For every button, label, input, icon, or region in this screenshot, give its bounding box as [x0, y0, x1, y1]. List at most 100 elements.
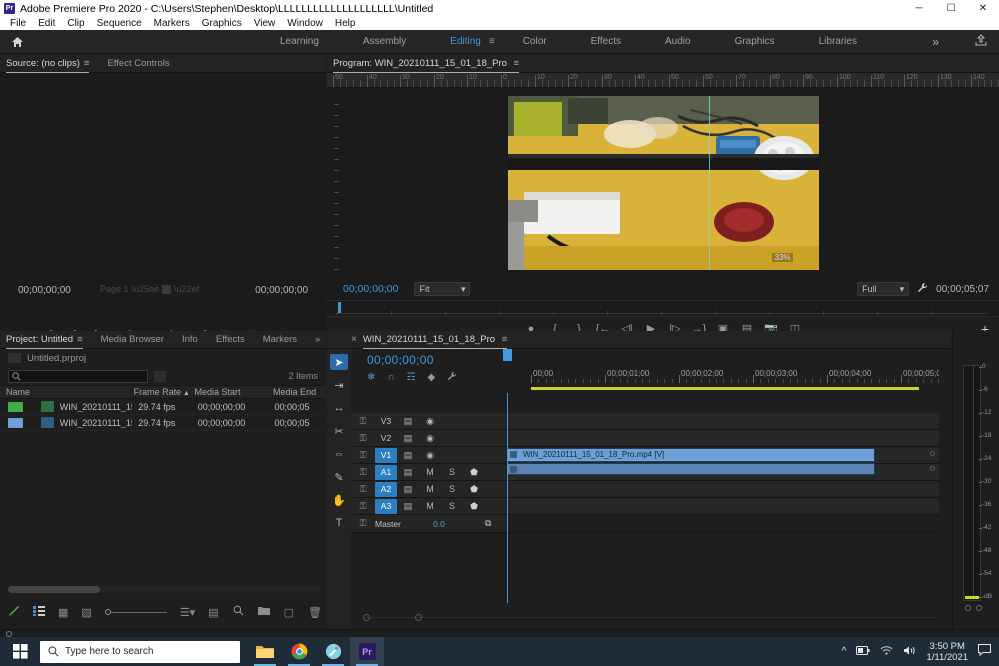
wifi-icon[interactable] [880, 645, 893, 658]
scrollbar-left-handle[interactable] [363, 614, 370, 621]
windows-start-icon[interactable] [0, 637, 40, 666]
tab-project-untitled[interactable]: Project: Untitled≡ [6, 334, 83, 345]
panel-menu-icon[interactable]: ≡ [84, 58, 90, 69]
table-row[interactable]: WIN_20210111_15_01_18_29.74 fps00;00;00;… [0, 399, 326, 415]
lock-icon[interactable]: ⚿ [351, 518, 375, 529]
share-icon[interactable] [975, 34, 987, 49]
master-meter-icon[interactable]: ⧉ [485, 518, 491, 529]
track-name-A2[interactable]: A2 [375, 482, 397, 497]
sync-lock-icon[interactable]: ▤ [397, 467, 419, 478]
icon-view-icon[interactable]: ▦ [58, 606, 68, 619]
microphone-icon[interactable]: ⬟ [463, 501, 485, 512]
tab-effects[interactable]: Effects [216, 334, 245, 345]
eye-icon[interactable]: ◉ [419, 433, 441, 444]
find-icon[interactable] [233, 605, 244, 619]
menu-item-sequence[interactable]: Sequence [91, 18, 148, 29]
search-input[interactable] [8, 370, 148, 383]
master-volume-value[interactable]: 0.0 [419, 519, 459, 529]
new-item-icon[interactable]: ▢ [284, 606, 294, 619]
program-playhead[interactable] [338, 302, 341, 313]
solo-right-icon[interactable] [976, 605, 982, 611]
track-target-dot[interactable] [930, 451, 935, 456]
new-bin-icon[interactable] [258, 606, 270, 619]
workspace-overflow-icon[interactable]: » [932, 35, 939, 49]
track-lane-A3[interactable] [507, 498, 939, 514]
solo-left-icon[interactable] [965, 605, 971, 611]
workspace-tab-effects[interactable]: Effects [569, 36, 643, 47]
workspace-menu-icon[interactable]: ≡ [489, 36, 495, 47]
mute-button[interactable]: M [419, 467, 441, 477]
settings-wrench-icon[interactable] [447, 371, 457, 384]
program-ruler[interactable]: 5040302010010203040506070809010011012013… [327, 73, 999, 88]
sync-lock-icon[interactable]: ▤ [397, 433, 419, 444]
panel-menu-icon[interactable]: ≡ [502, 334, 508, 345]
marker-icon[interactable]: ◆ [428, 372, 436, 383]
linked-selection-icon[interactable]: ☶ [407, 372, 416, 383]
battery-icon[interactable] [856, 646, 870, 658]
volume-icon[interactable] [903, 645, 916, 659]
tab-media-browser[interactable]: Media Browser [101, 334, 164, 345]
solo-button[interactable]: S [441, 501, 463, 511]
timeline-horizontal-scrollbar[interactable] [363, 614, 937, 621]
menu-item-clip[interactable]: Clip [61, 18, 90, 29]
track-target-dot[interactable] [930, 466, 935, 471]
workspace-tab-color[interactable]: Color [501, 36, 569, 47]
column-header-name[interactable]: Name [0, 387, 128, 397]
premiere-pro-icon[interactable]: Pr [350, 637, 384, 666]
sync-lock-icon[interactable]: ▤ [397, 501, 419, 512]
scrollbar-thumb[interactable] [8, 586, 100, 593]
close-button[interactable]: ✕ [967, 0, 999, 17]
minimize-button[interactable]: ─ [903, 0, 935, 17]
playback-resolution-select[interactable]: Full ▾ [857, 282, 909, 296]
track-lane-V2[interactable] [507, 430, 939, 446]
taskbar-search-input[interactable]: Type here to search [40, 641, 240, 663]
sync-lock-icon[interactable]: ▤ [397, 416, 419, 427]
timeline-playhead[interactable] [507, 393, 508, 603]
chevron-up-icon[interactable]: ^ [842, 646, 847, 657]
settings-wrench-icon[interactable] [917, 282, 928, 296]
lock-icon[interactable]: ⚿ [351, 484, 375, 495]
menu-item-graphics[interactable]: Graphics [196, 18, 248, 29]
solo-button[interactable]: S [441, 484, 463, 494]
lock-icon[interactable]: ⚿ [351, 416, 375, 427]
tab-program-monitor[interactable]: Program: WIN_20210111_15_01_18_Pro ≡ [333, 58, 519, 69]
workspace-tab-audio[interactable]: Audio [643, 36, 713, 47]
source-current-timecode[interactable]: 00;00;00;00 [18, 285, 71, 296]
workspace-tab-graphics[interactable]: Graphics [713, 36, 797, 47]
timeline-playhead-timecode[interactable]: 00;00;00;00 [367, 353, 434, 367]
list-view-icon[interactable] [33, 606, 45, 619]
zoom-slider[interactable] [105, 609, 167, 615]
slip-tool[interactable]: ⇔ [330, 446, 348, 462]
tab-source-no-clips[interactable]: Source: (no clips)≡ [6, 58, 89, 69]
column-header-frame-rate[interactable]: Frame Rate ▲ [128, 387, 189, 397]
timeline-work-area-bar[interactable] [531, 387, 919, 390]
program-current-timecode[interactable]: 00;00;00;00 [343, 283, 398, 295]
project-horizontal-scrollbar[interactable] [8, 586, 320, 593]
close-icon[interactable]: × [351, 334, 357, 345]
tab-timeline-sequence[interactable]: WIN_20210111_15_01_18_Pro ≡ [363, 334, 507, 345]
track-name-A1[interactable]: A1 [375, 465, 397, 480]
taskbar-clock[interactable]: 3:50 PM 1/11/2021 [926, 641, 968, 663]
panel-tabs-overflow-icon[interactable]: » [315, 334, 320, 345]
track-name-V1[interactable]: V1 [375, 448, 397, 463]
mute-button[interactable]: M [419, 484, 441, 494]
freeform-view-icon[interactable]: ▧ [81, 606, 91, 619]
filter-bin-icon[interactable] [154, 371, 166, 382]
mute-button[interactable]: M [419, 501, 441, 511]
automate-to-sequence-icon[interactable]: ▤ [208, 606, 218, 619]
maximize-button[interactable]: ☐ [935, 0, 967, 17]
solo-button[interactable]: S [441, 467, 463, 477]
ripple-edit-tool[interactable]: ↔ [330, 400, 348, 416]
timeline-ruler[interactable]: 00;0000;00;01;0000;00;02;0000;00;03;0000… [531, 369, 939, 383]
workspace-tab-assembly[interactable]: Assembly [341, 36, 428, 47]
lock-icon[interactable]: ⚿ [351, 433, 375, 444]
selection-tool[interactable]: ➤ [330, 354, 348, 370]
delete-icon[interactable]: 🗑 [308, 606, 322, 619]
eye-icon[interactable]: ◉ [419, 416, 441, 427]
pen-tool[interactable]: ✎ [330, 469, 348, 485]
scrollbar-right-handle[interactable] [415, 614, 422, 621]
timeline-clip-video[interactable]: WIN_20210111_15_01_18_Pro.mp4 [V] [507, 448, 875, 462]
track-select-forward-tool[interactable]: ⇥ [330, 377, 348, 393]
type-tool[interactable]: T [330, 515, 348, 531]
microphone-icon[interactable]: ⬟ [463, 484, 485, 495]
